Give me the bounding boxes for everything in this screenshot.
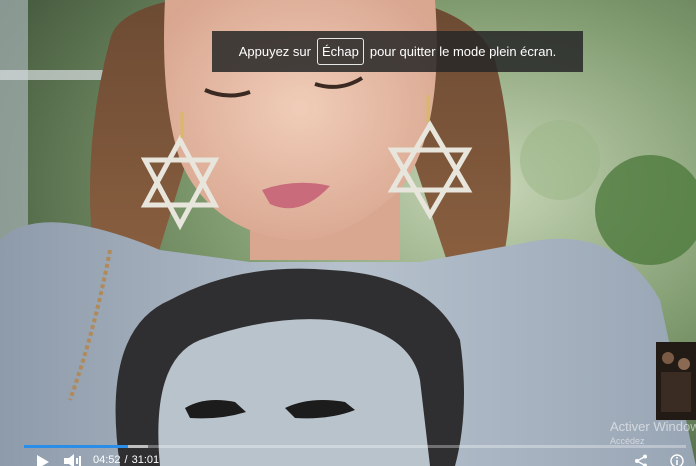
play-icon[interactable] xyxy=(36,455,50,466)
share-icon[interactable] xyxy=(634,454,648,466)
mini-preview-thumbnail[interactable] xyxy=(656,342,696,420)
control-row: 04:52/31:01 xyxy=(0,452,696,466)
player-controls: 04:52/31:01 xyxy=(0,438,696,466)
fullscreen-video-player: Appuyez sur Échap pour quitter le mode p… xyxy=(0,0,696,466)
fullscreen-exit-notice: Appuyez sur Échap pour quitter le mode p… xyxy=(212,31,583,72)
escape-key-label: Échap xyxy=(316,38,364,65)
notice-prefix-text: Appuyez sur xyxy=(238,44,311,59)
time-display: 04:52/31:01 xyxy=(93,454,163,466)
volume-icon[interactable] xyxy=(64,454,82,466)
preview-image xyxy=(656,342,696,420)
played-range xyxy=(24,445,128,448)
current-time: 04:52 xyxy=(93,454,121,466)
info-icon[interactable] xyxy=(670,454,684,466)
time-separator: / xyxy=(124,454,128,466)
watermark-title: Activer Windows xyxy=(610,419,696,434)
duration: 31:01 xyxy=(131,454,160,466)
notice-suffix-text: pour quitter le mode plein écran. xyxy=(369,44,557,59)
seek-bar[interactable] xyxy=(24,445,686,448)
buffered-range xyxy=(127,445,148,448)
